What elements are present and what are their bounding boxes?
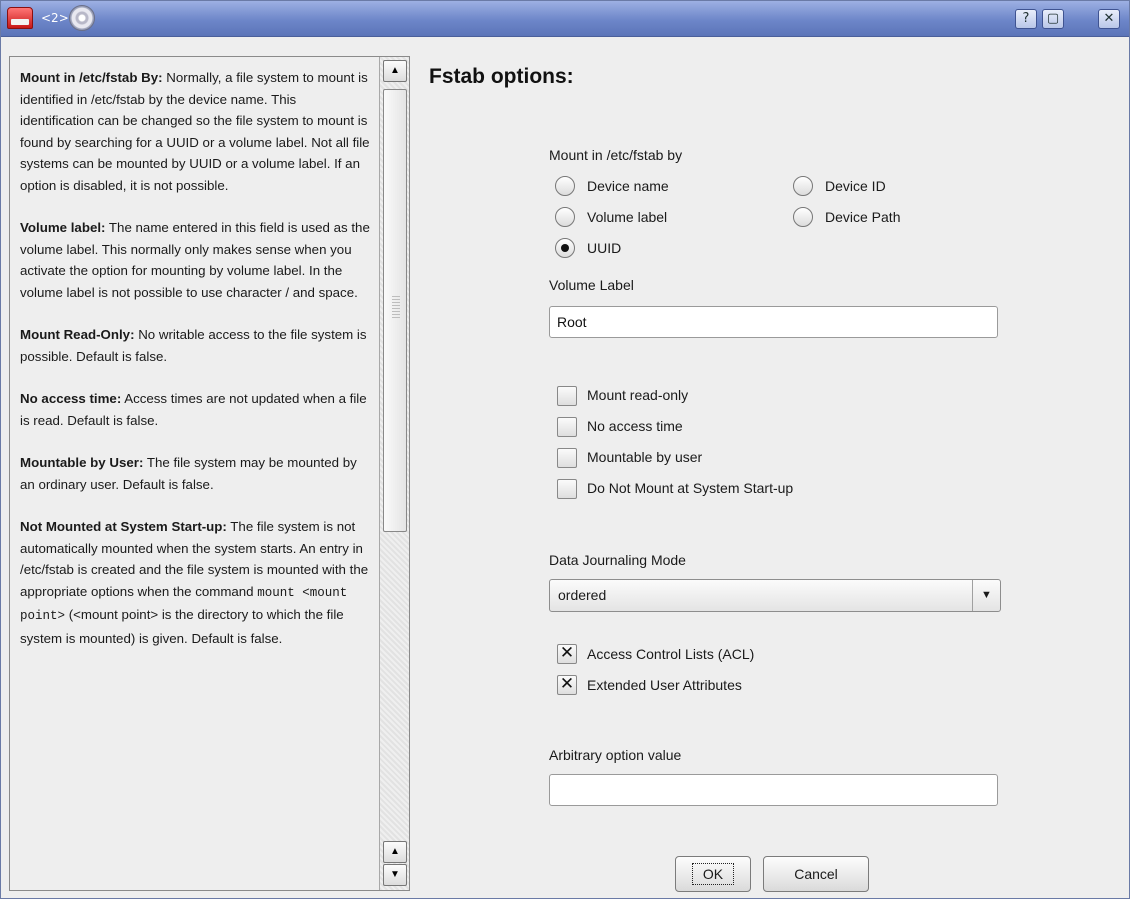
help-term: Volume label:	[20, 220, 106, 235]
radio-label-device-name[interactable]: Device name	[587, 178, 669, 194]
chevron-down-icon[interactable]: ▼	[972, 580, 1000, 611]
checkbox-label-no-startup-mount[interactable]: Do Not Mount at System Start-up	[587, 480, 793, 496]
grip-icon	[392, 296, 400, 318]
checkbox-no-startup-mount[interactable]	[557, 479, 577, 499]
help-tail: (<mount point> is the directory to which…	[20, 607, 344, 646]
fstab-options-dialog: <2> ? ▢ ✕ Mount in /etc/fstab By: Normal…	[0, 0, 1130, 899]
radio-uuid[interactable]	[555, 238, 575, 258]
help-paragraph: Volume label: The name entered in this f…	[20, 217, 372, 303]
checkbox-label-no-access-time[interactable]: No access time	[587, 418, 683, 434]
ok-label: OK	[691, 863, 735, 885]
title-bar[interactable]: <2> ? ▢ ✕	[1, 1, 1129, 37]
volume-label-input[interactable]: Root	[549, 306, 998, 338]
help-paragraph: Mount in /etc/fstab By: Normally, a file…	[20, 67, 372, 196]
journal-mode-select[interactable]: ordered ▼	[549, 579, 1001, 612]
checkbox-acl[interactable]: ✕	[557, 644, 577, 664]
help-term: Mountable by User:	[20, 455, 144, 470]
radio-device-name[interactable]	[555, 176, 575, 196]
checkbox-mountable-by-user[interactable]	[557, 448, 577, 468]
scroll-thumb[interactable]	[383, 89, 407, 532]
radio-label-uuid[interactable]: UUID	[587, 240, 621, 256]
radio-label-volume-label[interactable]: Volume label	[587, 209, 667, 225]
help-text: Mount in /etc/fstab By: Normally, a file…	[20, 67, 372, 670]
close-button[interactable]: ✕	[1098, 9, 1120, 29]
help-paragraph: Not Mounted at System Start-up: The file…	[20, 516, 372, 649]
checkbox-extended-attributes[interactable]: ✕	[557, 675, 577, 695]
help-button[interactable]: ?	[1015, 9, 1037, 29]
checkbox-label-read-only[interactable]: Mount read-only	[587, 387, 688, 403]
help-term: Mount Read-Only:	[20, 327, 135, 342]
help-term: No access time:	[20, 391, 122, 406]
scroll-down-button[interactable]: ▼	[383, 864, 407, 886]
radio-device-id[interactable]	[793, 176, 813, 196]
radio-label-device-id[interactable]: Device ID	[825, 178, 886, 194]
arbitrary-option-input[interactable]	[549, 774, 998, 806]
volume-label-title: Volume Label	[549, 277, 634, 293]
checkbox-no-access-time[interactable]	[557, 417, 577, 437]
mount-by-label: Mount in /etc/fstab by	[549, 147, 683, 163]
window-title: <2>	[41, 11, 69, 25]
app-icon	[7, 7, 33, 29]
help-panel: Mount in /etc/fstab By: Normally, a file…	[9, 56, 410, 891]
help-paragraph: Mount Read-Only: No writable access to t…	[20, 324, 372, 367]
radio-volume-label[interactable]	[555, 207, 575, 227]
cancel-button[interactable]: Cancel	[763, 856, 869, 892]
help-paragraph: Mountable by User: The file system may b…	[20, 452, 372, 495]
help-term: Mount in /etc/fstab By:	[20, 70, 163, 85]
help-scrollbar[interactable]: ▲ ▲ ▼	[379, 57, 409, 890]
scroll-up-button-bottom[interactable]: ▲	[383, 841, 407, 863]
radio-device-path[interactable]	[793, 207, 813, 227]
ok-button[interactable]: OK	[675, 856, 751, 892]
arbitrary-option-label: Arbitrary option value	[549, 747, 682, 763]
checkbox-label-acl[interactable]: Access Control Lists (ACL)	[587, 646, 754, 662]
checkbox-label-mountable-by-user[interactable]: Mountable by user	[587, 449, 702, 465]
disc-icon	[69, 5, 95, 31]
checkbox-label-extended-attributes[interactable]: Extended User Attributes	[587, 677, 742, 693]
help-body: Normally, a file system to mount is iden…	[20, 70, 370, 193]
scroll-up-button[interactable]: ▲	[383, 60, 407, 82]
checkbox-read-only[interactable]	[557, 386, 577, 406]
radio-label-device-path[interactable]: Device Path	[825, 209, 900, 225]
help-term: Not Mounted at System Start-up:	[20, 519, 227, 534]
journal-mode-value: ordered	[558, 587, 607, 603]
journal-mode-label: Data Journaling Mode	[549, 552, 686, 568]
help-paragraph: No access time: Access times are not upd…	[20, 388, 372, 431]
page-title: Fstab options:	[429, 65, 574, 88]
maximize-button[interactable]: ▢	[1042, 9, 1064, 29]
